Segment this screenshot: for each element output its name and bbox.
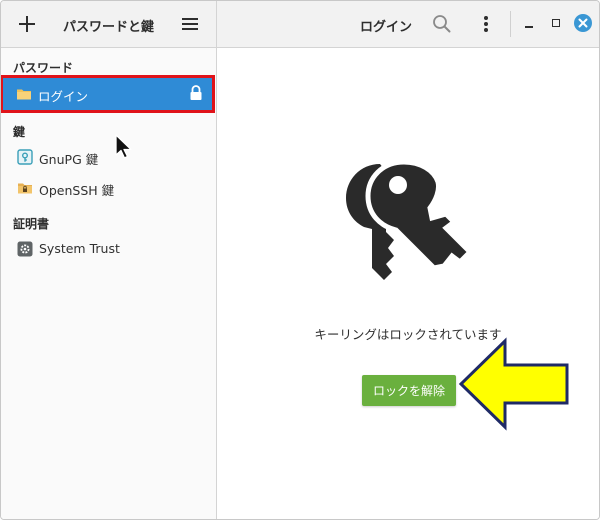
search-icon[interactable] xyxy=(431,13,453,35)
mouse-pointer-icon xyxy=(115,134,132,159)
gear-icon xyxy=(17,241,33,257)
app-window: パスワードと鍵 ログイン パスワード ログイン 鍵 GnuPG 鍵 OpenSS… xyxy=(0,0,600,520)
add-button[interactable] xyxy=(15,12,39,36)
sidebar-item-system-trust[interactable]: System Trust xyxy=(1,234,216,264)
app-title: パスワードと鍵 xyxy=(63,20,155,35)
keys-icon xyxy=(346,160,474,280)
more-options-icon[interactable] xyxy=(479,13,493,35)
annotation-arrow-icon xyxy=(458,337,569,431)
sidebar-item-label: ログイン xyxy=(38,89,89,104)
header-separator xyxy=(510,11,511,37)
folder-icon xyxy=(17,89,31,100)
openssh-folder-icon xyxy=(18,183,32,194)
sidebar-item-label: GnuPG 鍵 xyxy=(39,152,99,167)
gnupg-keyring-icon xyxy=(17,149,33,165)
close-icon xyxy=(578,18,588,28)
maximize-button[interactable] xyxy=(547,14,565,32)
sidebar-item-login[interactable]: ログイン xyxy=(1,75,215,113)
lock-icon xyxy=(190,85,202,100)
section-title-keys: 鍵 xyxy=(13,125,26,139)
sidebar-header: パスワードと鍵 xyxy=(1,1,217,47)
section-title-certificates: 証明書 xyxy=(13,217,50,231)
close-button[interactable] xyxy=(574,14,592,32)
sidebar-item-openssh[interactable]: OpenSSH 鍵 xyxy=(1,173,216,203)
sidebar-item-label: System Trust xyxy=(39,241,120,256)
minimize-button[interactable] xyxy=(521,14,539,32)
header-bar: パスワードと鍵 ログイン xyxy=(1,1,599,48)
section-title-passwords: パスワード xyxy=(13,61,74,75)
view-title: ログイン xyxy=(360,20,413,35)
sidebar: パスワード ログイン 鍵 GnuPG 鍵 OpenSSH 鍵 証明書 Syste… xyxy=(1,48,217,519)
main-content: キーリングはロックされています ロックを解除 xyxy=(217,48,599,519)
hamburger-menu-icon[interactable] xyxy=(181,15,199,33)
unlock-button[interactable]: ロックを解除 xyxy=(362,375,456,406)
sidebar-item-gnupg[interactable]: GnuPG 鍵 xyxy=(1,142,216,172)
sidebar-item-label: OpenSSH 鍵 xyxy=(39,183,115,198)
